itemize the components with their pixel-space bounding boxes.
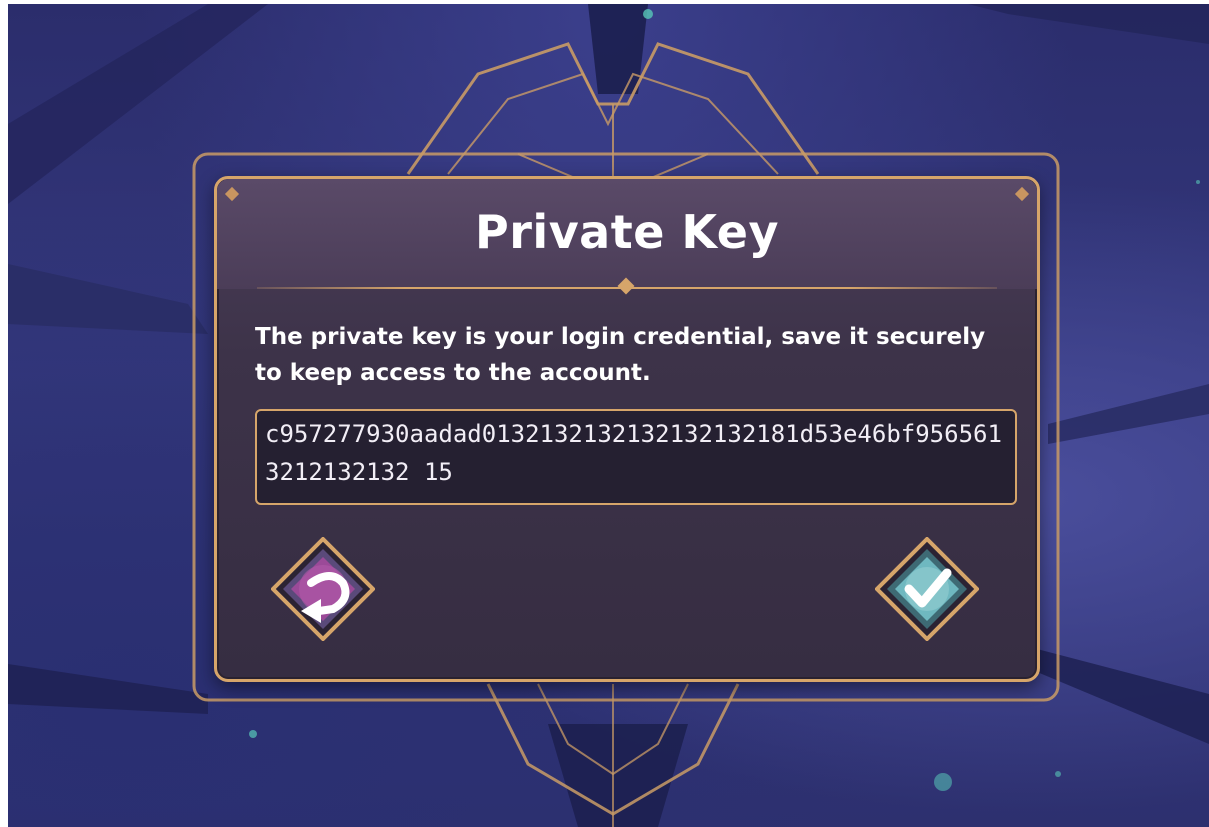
private-key-dialog: Private Key The private key is your logi… [214,176,1040,682]
checkmark-icon [875,537,979,641]
back-button[interactable] [271,537,375,641]
game-background: Private Key The private key is your logi… [8,4,1209,827]
return-arrow-icon [271,537,375,641]
dialog-title: Private Key [475,205,779,259]
confirm-button[interactable] [875,537,979,641]
private-key-field[interactable]: c957277930aadad01321321321321321321­81d5… [255,409,1017,505]
dialog-description: The private key is your login credential… [255,324,986,386]
